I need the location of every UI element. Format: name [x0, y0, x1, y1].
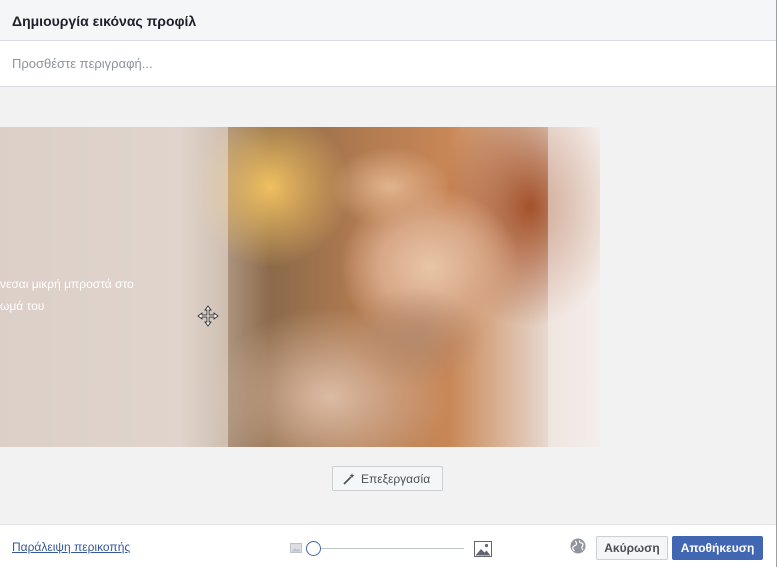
- cancel-button[interactable]: Ακύρωση: [596, 536, 668, 560]
- globe-icon[interactable]: [570, 538, 586, 554]
- edit-photo-button[interactable]: Επεξεργασία: [332, 466, 443, 491]
- crop-area[interactable]: νεσαι μικρή μπροστά στο ωμά του: [0, 127, 600, 447]
- save-button[interactable]: Αποθήκευση: [672, 536, 763, 560]
- zoom-in-image-icon: [474, 541, 492, 557]
- crop-frame[interactable]: [228, 127, 548, 447]
- dialog-title: Δημιουργία εικόνας προφίλ: [12, 13, 197, 29]
- dialog-footer: Παράλειψη περικοπής Ακύρωση Αποθήκευση: [0, 524, 776, 567]
- move-cursor-icon: [197, 305, 219, 327]
- skip-crop-link[interactable]: Παράλειψη περικοπής: [12, 540, 130, 554]
- photo-overlay-line: νεσαι μικρή μπροστά στο: [0, 277, 134, 291]
- zoom-out-image-icon: [290, 543, 302, 553]
- dialog-header: Δημιουργία εικόνας προφίλ: [0, 0, 776, 41]
- photo-overlay-text: νεσαι μικρή μπροστά στο ωμά του: [0, 273, 170, 317]
- magic-wand-icon: [343, 472, 355, 485]
- profile-picture-dialog: Δημιουργία εικόνας προφίλ νεσαι μικρή μπ…: [0, 0, 777, 567]
- zoom-slider-thumb[interactable]: [306, 541, 321, 556]
- description-input[interactable]: [0, 41, 776, 86]
- zoom-slider-track[interactable]: [314, 548, 464, 549]
- photo-overlay-line: ωμά του: [0, 299, 45, 313]
- description-bar: [0, 41, 776, 87]
- crop-dim-right: [548, 127, 600, 447]
- edit-photo-label: Επεξεργασία: [361, 471, 431, 486]
